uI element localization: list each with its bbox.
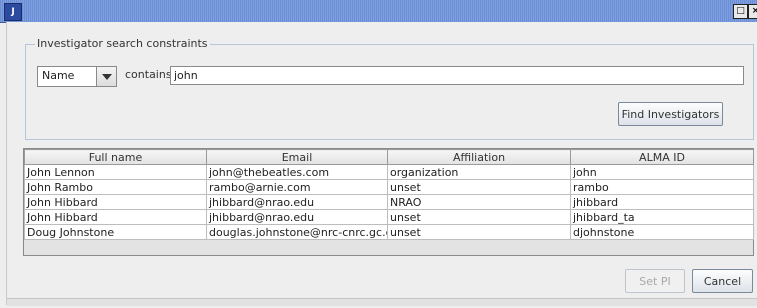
table-cell: John Hibbard [24,209,207,225]
table-cell: John Lennon [24,164,207,180]
operator-label: contains [125,68,172,81]
table-row[interactable]: John Hibbard jhibbard@nrao.edu NRAO jhibbar… [24,194,754,210]
table-cell: NRAO [387,194,571,210]
column-header[interactable]: Email [206,149,388,165]
dialog-body: Investigator search constraints Name con… [6,22,757,306]
column-header[interactable]: Full name [24,149,207,165]
table-cell: John Rambo [24,179,207,195]
table-cell: douglas.johnstone@nrc-cnrc.gc.ca [206,224,388,240]
table-cell: rambo@arnie.com [206,179,388,195]
table-cell: Doug Johnstone [24,224,207,240]
table-cell: john [570,164,754,180]
table-cell: unset [387,224,571,240]
column-header[interactable]: Affiliation [387,149,571,165]
results-table-container[interactable]: Full name Email Affiliation ALMA ID John Le… [23,148,754,256]
table-row[interactable]: John Lennon john@thebeatles.com organizati… [24,164,754,180]
table-cell: djohnstone [570,224,754,240]
window-titlebar[interactable]: J □ × [0,0,757,23]
table-cell: John Hibbard [24,194,207,210]
table-cell: jhibbard [570,194,754,210]
set-pi-button[interactable]: Set PI [625,269,685,293]
column-header[interactable]: ALMA ID [570,149,754,165]
close-button[interactable]: × [748,4,757,19]
table-cell: unset [387,209,571,225]
table-row[interactable]: Doug Johnstone douglas.johnstone@nrc-cnrc… [24,224,754,240]
table-row[interactable]: John Hibbard jhibbard@nrao.edu unset jhibba… [24,209,754,225]
maximize-button[interactable]: □ [733,4,748,19]
table-cell: jhibbard@nrao.edu [206,209,388,225]
window-bottom-border [7,298,757,306]
table-cell: organization [387,164,571,180]
table-cell: jhibbard@nrao.edu [206,194,388,210]
java-app-icon: J [4,3,22,21]
table-cell: john@thebeatles.com [206,164,388,180]
table-cell: unset [387,179,571,195]
search-input[interactable] [170,66,744,85]
table-cell: rambo [570,179,754,195]
results-table: Full name Email Affiliation ALMA ID John Le… [24,149,754,240]
chevron-down-icon[interactable] [96,67,116,86]
cancel-button[interactable]: Cancel [692,269,753,293]
table-cell: jhibbard_ta [570,209,754,225]
search-field-select[interactable]: Name [37,66,117,87]
find-investigators-button[interactable]: Find Investigators [618,102,723,126]
search-constraints-legend: Investigator search constraints [35,37,210,50]
table-row[interactable]: John Rambo rambo@arnie.com unset rambo [24,179,754,195]
search-field-value: Name [42,69,75,82]
